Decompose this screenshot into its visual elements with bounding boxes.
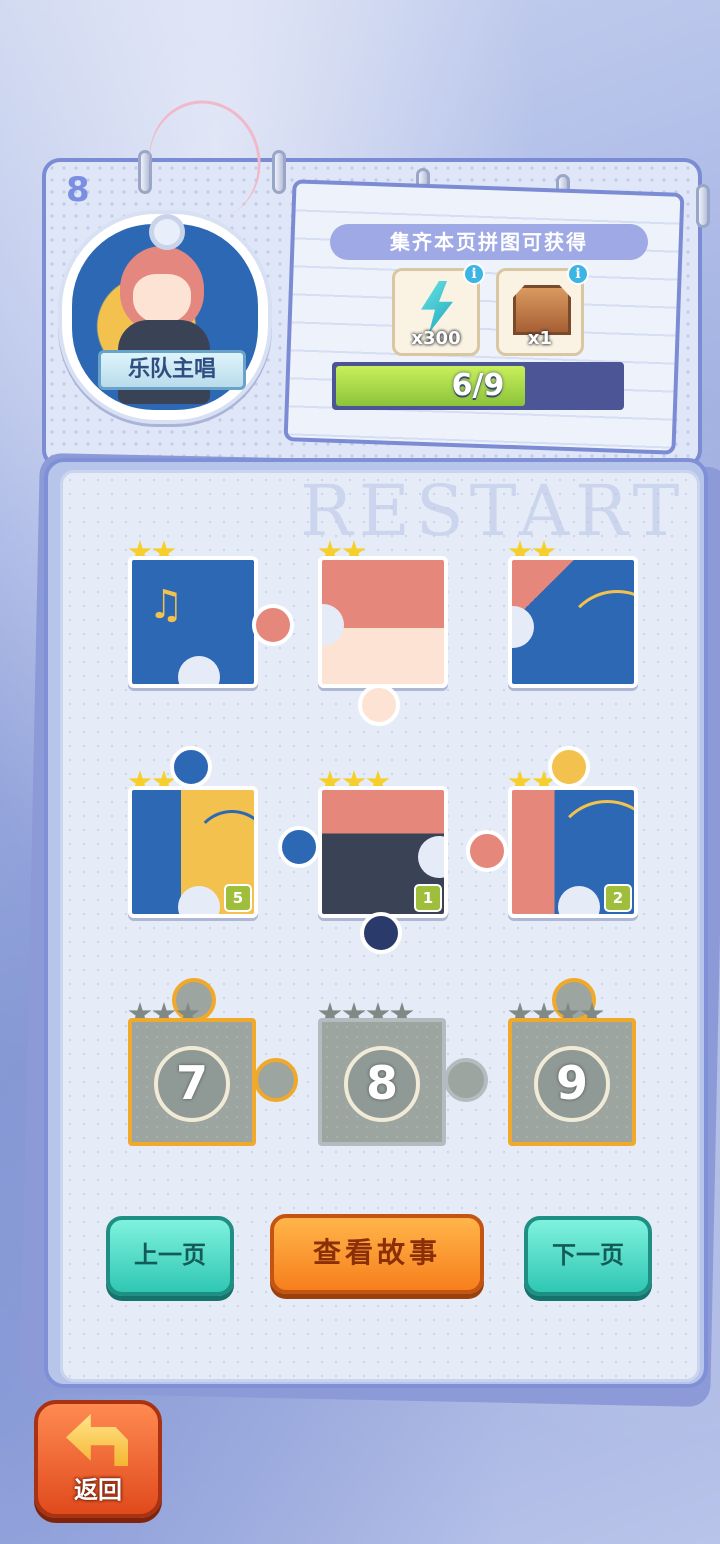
piece-tab <box>278 826 320 868</box>
locked-piece-7[interactable]: 7 <box>128 1018 256 1146</box>
piece-tab <box>358 684 400 726</box>
reward-item-energy[interactable]: x300 i <box>392 263 485 356</box>
tag-hole <box>149 214 185 250</box>
character-name-ribbon: 乐队主唱 <box>98 350 246 390</box>
locked-piece-9[interactable]: 9 <box>508 1018 636 1146</box>
puzzle-piece-2[interactable] <box>318 556 448 688</box>
piece-tab <box>360 912 402 954</box>
locked-piece-tab <box>444 1058 488 1102</box>
binder-ring <box>272 150 286 194</box>
reward-quantity: x1 <box>527 328 553 349</box>
progress-text: 6/9 <box>451 368 505 403</box>
puzzle-piece-6[interactable]: 2 <box>508 786 638 918</box>
music-note-icon: ♫ <box>148 582 184 628</box>
piece-count-badge: 5 <box>224 884 252 912</box>
view-story-button[interactable]: 查看故事 <box>270 1214 484 1294</box>
piece-tab <box>252 604 294 646</box>
binder-ring <box>696 184 710 228</box>
piece-tab <box>466 830 508 872</box>
info-icon[interactable]: i <box>567 263 589 285</box>
prev-page-button[interactable]: 上一页 <box>106 1216 234 1296</box>
locked-piece-tab <box>254 1058 298 1102</box>
back-button-label: 返回 <box>74 1476 122 1504</box>
energy-bolt-icon <box>421 281 453 333</box>
puzzle-piece-3[interactable] <box>508 556 638 688</box>
puzzle-piece-1[interactable]: ♫ <box>128 556 258 688</box>
piece-socket <box>322 604 344 646</box>
swirl-decoration <box>562 590 634 684</box>
info-icon[interactable]: i <box>463 263 485 285</box>
piece-tab <box>170 746 212 788</box>
swirl-decoration <box>192 810 254 890</box>
reward-item-chest[interactable]: x1 i <box>496 263 589 356</box>
reward-quantity: x300 <box>411 328 461 349</box>
piece-socket <box>178 656 220 684</box>
reward-panel <box>283 179 685 455</box>
piece-socket <box>178 886 220 914</box>
piece-tab <box>548 746 590 788</box>
reward-title: 集齐本页拼图可获得 <box>390 230 588 254</box>
piece-count-badge: 1 <box>414 884 442 912</box>
piece-count-badge: 2 <box>604 884 632 912</box>
piece-number: 9 <box>534 1046 610 1122</box>
piece-number: 7 <box>154 1046 230 1122</box>
locked-piece-8[interactable]: 8 <box>318 1018 446 1146</box>
piece-number: 8 <box>344 1046 420 1122</box>
piece-socket <box>512 606 534 648</box>
page-number: 8 <box>66 170 90 210</box>
puzzle-piece-5[interactable]: 1 <box>318 786 448 918</box>
puzzle-piece-4[interactable]: 5 <box>128 786 258 918</box>
character-face <box>133 274 191 324</box>
next-page-button[interactable]: 下一页 <box>524 1216 652 1296</box>
piece-socket <box>418 836 444 878</box>
